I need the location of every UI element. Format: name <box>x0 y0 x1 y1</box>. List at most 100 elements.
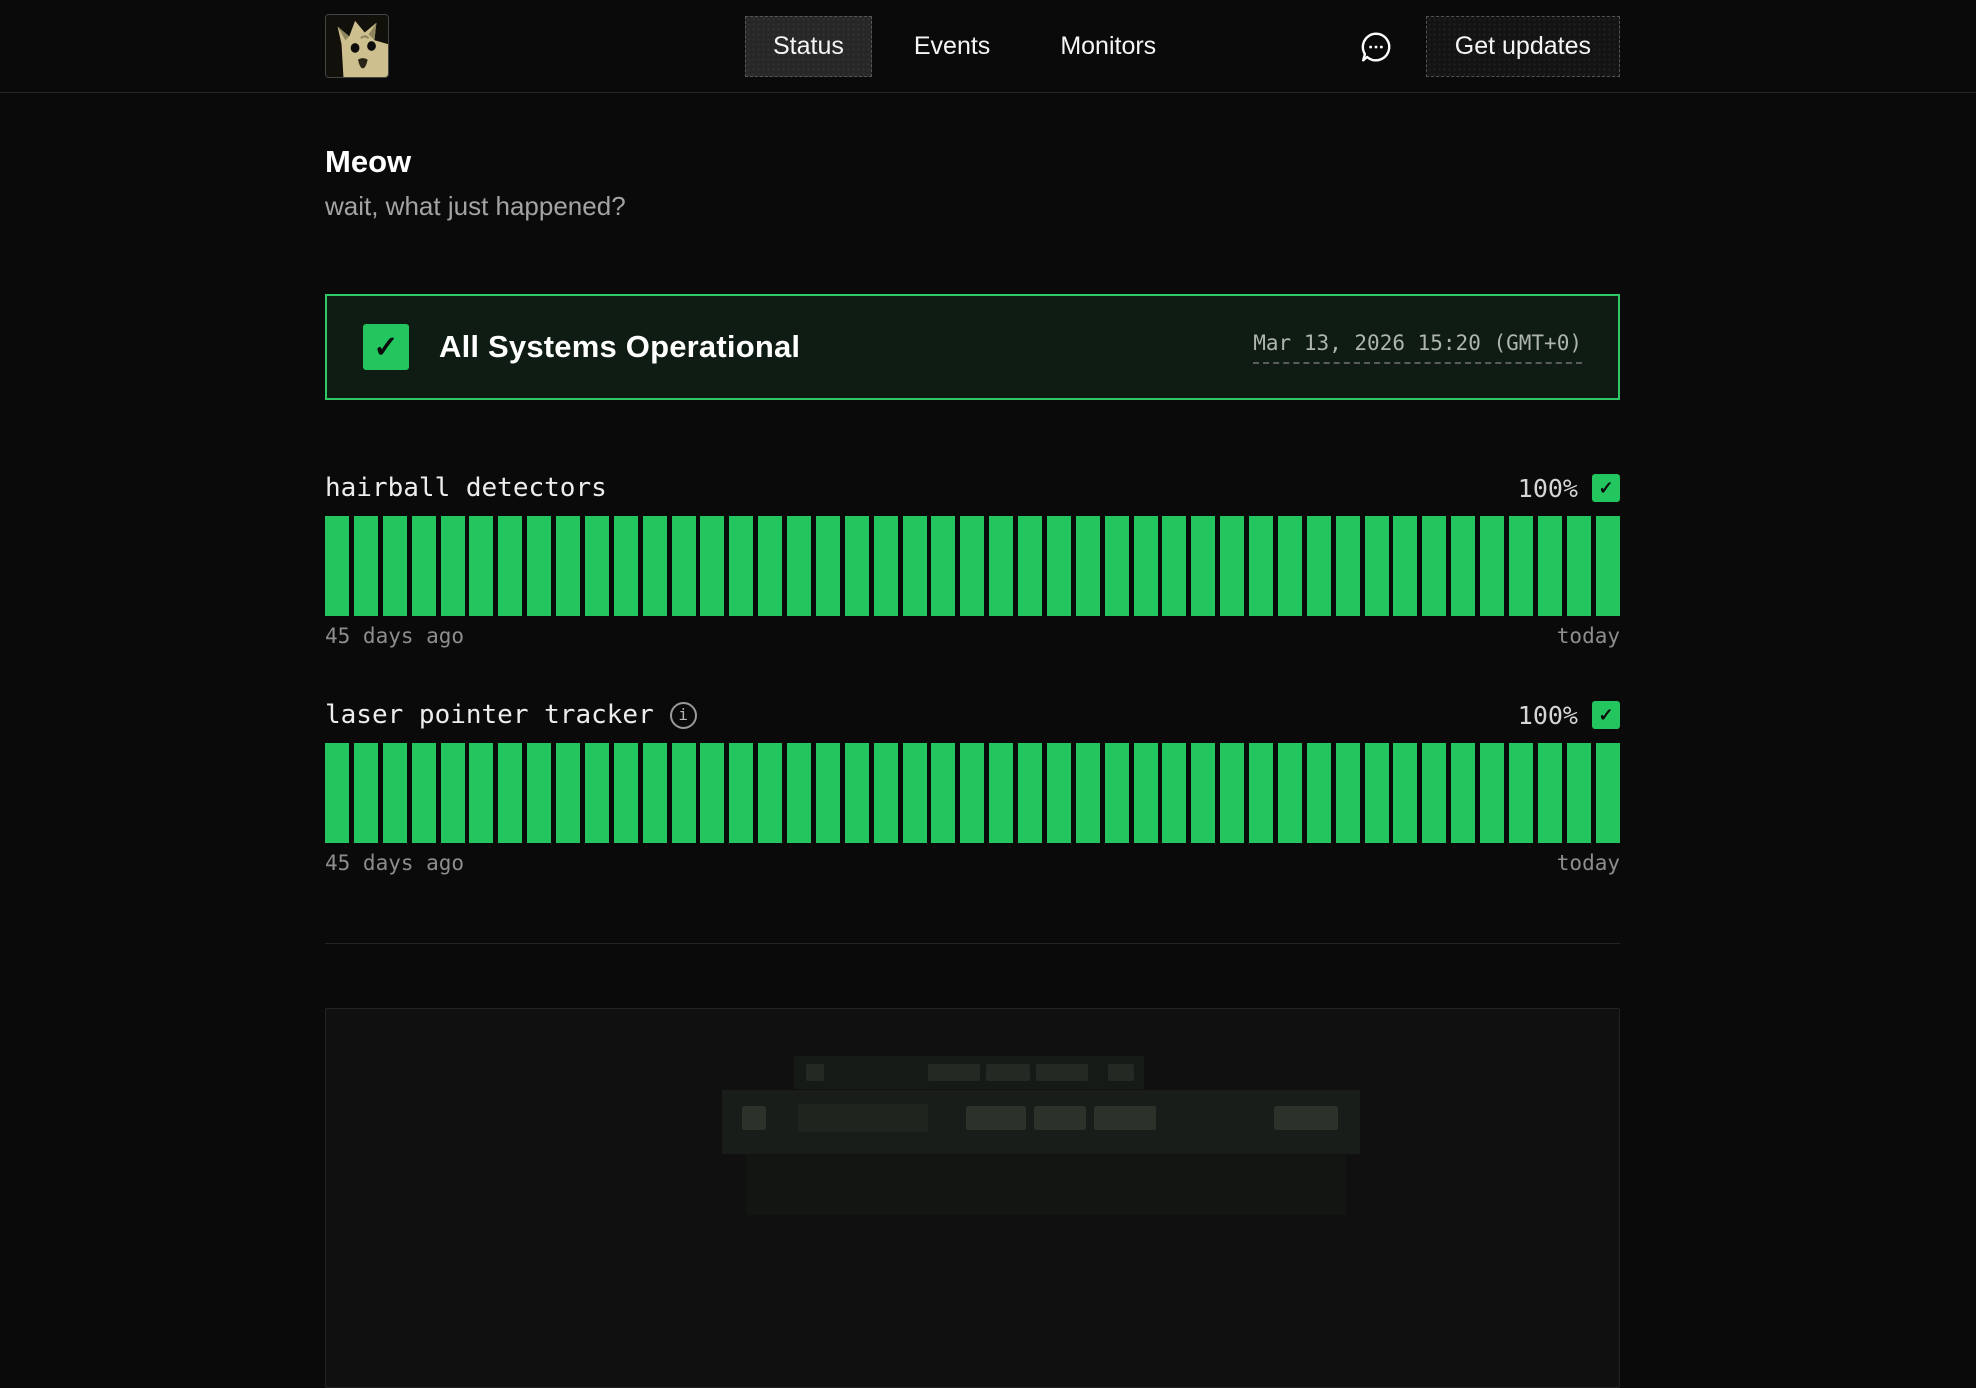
tab-monitors[interactable]: Monitors <box>1032 16 1184 77</box>
monitor-status-check-icon[interactable]: ✓ <box>1592 701 1620 729</box>
uptime-bar[interactable] <box>700 516 724 616</box>
site-logo-cat[interactable] <box>325 14 389 78</box>
uptime-bar[interactable] <box>1047 743 1071 843</box>
uptime-bar[interactable] <box>498 516 522 616</box>
uptime-bar[interactable] <box>1509 743 1533 843</box>
uptime-bar[interactable] <box>989 743 1013 843</box>
uptime-bar[interactable] <box>325 743 349 843</box>
feedback-chat-icon[interactable] <box>1356 27 1396 67</box>
uptime-bar[interactable] <box>787 743 811 843</box>
uptime-bar[interactable] <box>1134 743 1158 843</box>
uptime-bar[interactable] <box>672 743 696 843</box>
uptime-bar[interactable] <box>1422 516 1446 616</box>
uptime-bar[interactable] <box>903 516 927 616</box>
uptime-bar[interactable] <box>585 516 609 616</box>
uptime-bar[interactable] <box>729 743 753 843</box>
uptime-bar[interactable] <box>1393 516 1417 616</box>
uptime-bar[interactable] <box>1278 743 1302 843</box>
uptime-bar[interactable] <box>1134 516 1158 616</box>
uptime-bar[interactable] <box>614 743 638 843</box>
get-updates-button[interactable]: Get updates <box>1426 16 1620 77</box>
uptime-bar[interactable] <box>1307 743 1331 843</box>
uptime-bar[interactable] <box>845 743 869 843</box>
uptime-bar[interactable] <box>412 743 436 843</box>
uptime-bar[interactable] <box>585 743 609 843</box>
uptime-bar[interactable] <box>1596 516 1620 616</box>
uptime-bar[interactable] <box>1220 743 1244 843</box>
uptime-bar[interactable] <box>1278 516 1302 616</box>
uptime-bar[interactable] <box>1393 743 1417 843</box>
tab-status[interactable]: Status <box>745 16 872 77</box>
uptime-bar[interactable] <box>1365 743 1389 843</box>
uptime-bar[interactable] <box>787 516 811 616</box>
uptime-bar[interactable] <box>1018 516 1042 616</box>
uptime-bar[interactable] <box>1451 516 1475 616</box>
uptime-bar[interactable] <box>383 743 407 843</box>
uptime-bar[interactable] <box>758 516 782 616</box>
uptime-bar[interactable] <box>1018 743 1042 843</box>
uptime-bar[interactable] <box>1162 516 1186 616</box>
uptime-bar[interactable] <box>1249 516 1273 616</box>
uptime-bar[interactable] <box>989 516 1013 616</box>
uptime-bar[interactable] <box>1047 516 1071 616</box>
uptime-bar[interactable] <box>960 743 984 843</box>
uptime-bar[interactable] <box>412 516 436 616</box>
uptime-bar[interactable] <box>1451 743 1475 843</box>
uptime-bar[interactable] <box>874 516 898 616</box>
uptime-bar[interactable] <box>1538 516 1562 616</box>
uptime-bar[interactable] <box>527 516 551 616</box>
uptime-bar[interactable] <box>1191 743 1215 843</box>
uptime-bar[interactable] <box>1480 516 1504 616</box>
uptime-bar[interactable] <box>527 743 551 843</box>
uptime-bar[interactable] <box>354 743 378 843</box>
uptime-bar[interactable] <box>325 516 349 616</box>
uptime-bar[interactable] <box>1567 743 1591 843</box>
uptime-bar[interactable] <box>816 516 840 616</box>
uptime-bar[interactable] <box>1422 743 1446 843</box>
uptime-bar[interactable] <box>441 516 465 616</box>
uptime-bar[interactable] <box>816 743 840 843</box>
uptime-bar[interactable] <box>1596 743 1620 843</box>
uptime-bar[interactable] <box>556 743 580 843</box>
uptime-bar[interactable] <box>643 743 667 843</box>
uptime-bar[interactable] <box>1076 516 1100 616</box>
uptime-bar[interactable] <box>845 516 869 616</box>
uptime-bar[interactable] <box>1480 743 1504 843</box>
uptime-bar[interactable] <box>1249 743 1273 843</box>
uptime-bar[interactable] <box>729 516 753 616</box>
uptime-bar[interactable] <box>383 516 407 616</box>
status-timestamp[interactable]: Mar 13, 2026 15:20 (GMT+0) <box>1253 331 1582 364</box>
uptime-bar[interactable] <box>1307 516 1331 616</box>
uptime-bar[interactable] <box>1365 516 1389 616</box>
uptime-bar[interactable] <box>1567 516 1591 616</box>
uptime-bar[interactable] <box>498 743 522 843</box>
uptime-bar[interactable] <box>1162 743 1186 843</box>
uptime-bar[interactable] <box>1336 743 1360 843</box>
uptime-bar[interactable] <box>1076 743 1100 843</box>
uptime-bar[interactable] <box>643 516 667 616</box>
monitor-status-check-icon[interactable]: ✓ <box>1592 474 1620 502</box>
uptime-bar[interactable] <box>441 743 465 843</box>
uptime-bar[interactable] <box>469 516 493 616</box>
uptime-bar[interactable] <box>1191 516 1215 616</box>
uptime-bar[interactable] <box>556 516 580 616</box>
uptime-bar[interactable] <box>758 743 782 843</box>
uptime-bar[interactable] <box>469 743 493 843</box>
uptime-bar[interactable] <box>672 516 696 616</box>
uptime-bar[interactable] <box>960 516 984 616</box>
uptime-bar[interactable] <box>1336 516 1360 616</box>
uptime-bar[interactable] <box>1220 516 1244 616</box>
uptime-bar[interactable] <box>1105 516 1129 616</box>
uptime-bar[interactable] <box>1509 516 1533 616</box>
uptime-bar[interactable] <box>700 743 724 843</box>
uptime-bar[interactable] <box>614 516 638 616</box>
uptime-bar[interactable] <box>903 743 927 843</box>
uptime-bar[interactable] <box>874 743 898 843</box>
uptime-bar[interactable] <box>354 516 378 616</box>
info-icon[interactable]: i <box>670 702 697 729</box>
uptime-bar[interactable] <box>1105 743 1129 843</box>
uptime-bar[interactable] <box>1538 743 1562 843</box>
uptime-bar[interactable] <box>931 743 955 843</box>
uptime-bar[interactable] <box>931 516 955 616</box>
tab-events[interactable]: Events <box>886 16 1018 77</box>
